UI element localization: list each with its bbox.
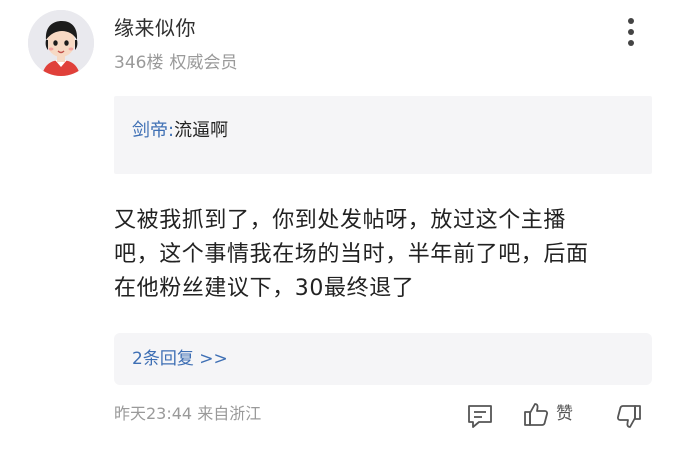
post-content: 又被我抓到了，你到处发帖呀，放过这个主播 吧，这个事情我在场的当时，半年前了吧，…	[114, 204, 654, 306]
quote-author[interactable]: 剑帝	[132, 120, 168, 141]
content-line: 在他粉丝建议下，30最终退了	[114, 276, 415, 301]
dislike-button[interactable]	[614, 402, 644, 432]
username[interactable]: 缘来似你	[114, 14, 196, 42]
cartoon-avatar-icon	[28, 10, 94, 76]
comment-icon	[468, 405, 492, 428]
thumbs-down-icon	[616, 405, 641, 428]
post-time: 昨天23:44	[114, 404, 193, 423]
quote-text: 流逼啊	[174, 120, 229, 141]
post-meta: 346楼 权威会员	[114, 51, 237, 75]
thumbs-up-icon	[524, 403, 549, 426]
like-label: 赞	[556, 404, 573, 424]
view-replies-button[interactable]: 2条回复 >>	[114, 333, 652, 385]
quote-line: 剑帝:流逼啊	[132, 118, 228, 144]
like-button[interactable]: 赞	[522, 400, 573, 430]
post-timestamp: 昨天23:44 来自浙江	[114, 402, 261, 426]
post-location: 来自浙江	[197, 404, 262, 423]
more-vertical-icon	[628, 18, 634, 46]
quoted-reply[interactable]: 剑帝:流逼啊	[114, 96, 652, 174]
avatar[interactable]	[28, 10, 94, 76]
comment-button[interactable]	[466, 402, 494, 430]
content-line: 吧，这个事情我在场的当时，半年前了吧，后面	[114, 242, 589, 267]
floor-number: 346楼	[114, 53, 164, 73]
content-line: 又被我抓到了，你到处发帖呀，放过这个主播	[114, 208, 567, 233]
replies-link[interactable]: 2条回复 >>	[132, 347, 228, 371]
user-badge: 权威会员	[169, 53, 238, 73]
more-options-button[interactable]	[620, 14, 642, 50]
